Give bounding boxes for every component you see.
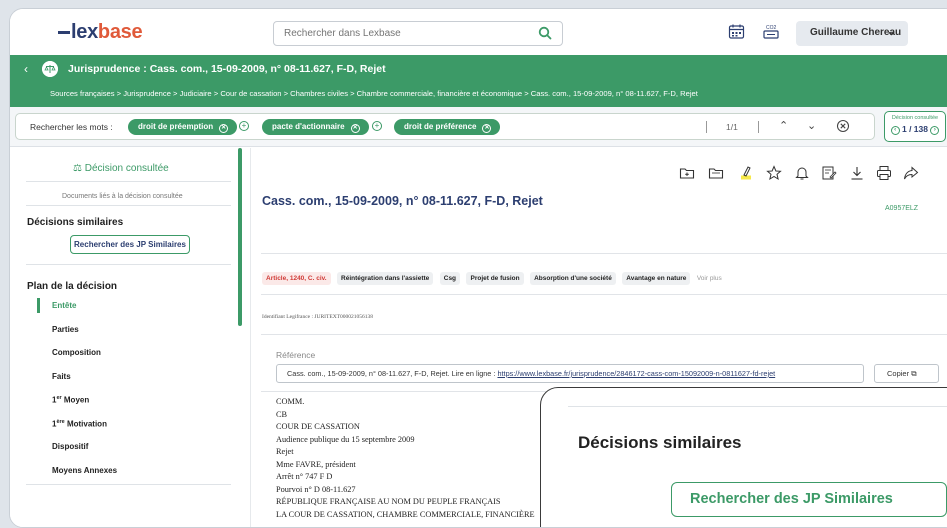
left-sidebar: ⚖ Décision consultée Documents liés à la… xyxy=(10,148,242,527)
search-similar-button[interactable]: Rechercher des JP Similaires xyxy=(70,235,190,254)
chevron-left-icon[interactable]: ‹ xyxy=(890,126,900,135)
divider xyxy=(758,121,759,133)
copy-button[interactable]: Copier ⧉ xyxy=(874,364,939,383)
top-bar: lexbase CO2 Guillaume Chereau ⌄ xyxy=(10,9,947,55)
chevron-up-icon[interactable]: ⌃ xyxy=(779,119,788,132)
chevron-down-icon: ⌄ xyxy=(886,26,896,38)
plan-item-entete[interactable]: Entête xyxy=(52,301,76,310)
close-icon[interactable]: ✕ xyxy=(482,124,492,133)
divider xyxy=(261,294,947,295)
divider xyxy=(261,253,947,254)
decision-counter: 1 / 138 xyxy=(902,124,928,134)
search-box xyxy=(273,21,563,46)
scales-of-justice-icon xyxy=(42,61,58,77)
plan-item-parties[interactable]: Parties xyxy=(52,325,79,334)
user-menu-button[interactable]: Guillaume Chereau ⌄ xyxy=(796,21,908,46)
close-icon[interactable]: ✕ xyxy=(219,124,229,133)
reference-field[interactable]: Cass. com., 15-09-2009, n° 08-11.627, F-… xyxy=(276,364,864,383)
tag-item[interactable]: Absorption d'une société xyxy=(530,272,616,285)
decision-navigator-label: Décision consultée xyxy=(891,115,939,121)
bell-icon[interactable] xyxy=(794,165,810,181)
chevron-down-icon[interactable]: ⌄ xyxy=(807,119,816,132)
search-input[interactable] xyxy=(284,22,524,45)
scrollbar[interactable] xyxy=(238,148,242,326)
divider xyxy=(26,205,231,206)
clear-icon[interactable] xyxy=(836,119,850,133)
co2-icon[interactable]: CO2 xyxy=(762,23,780,40)
plan-item-dispositif[interactable]: Dispositif xyxy=(52,442,88,451)
divider xyxy=(26,264,231,265)
decision-text: COMM. CB COUR DE CASSATION Audience publ… xyxy=(276,397,535,519)
plan-item-faits[interactable]: Faits xyxy=(52,372,71,381)
reference-link[interactable]: https://www.lexbase.fr/jurisprudence/284… xyxy=(497,369,775,378)
voir-plus-link[interactable]: Voir plus xyxy=(697,275,722,282)
add-term-icon[interactable]: + xyxy=(372,121,382,131)
back-arrow-icon[interactable]: ‹ xyxy=(24,62,28,76)
close-icon[interactable]: ✕ xyxy=(350,124,360,133)
scales-icon: ⚖ xyxy=(73,163,82,174)
folder-add-icon[interactable] xyxy=(679,165,695,181)
calendar-icon[interactable] xyxy=(728,23,745,40)
legifrance-id: Identifiant Legifrance : JURITEXT0000210… xyxy=(262,314,374,320)
decision-navigator: Décision consultée ‹ 1 / 138 › xyxy=(884,111,946,142)
page-title: Jurisprudence : Cass. com., 15-09-2009, … xyxy=(68,63,386,75)
term-chip[interactable]: droit de préférence ✕ xyxy=(394,119,501,135)
tag-item[interactable]: Projet de fusion xyxy=(466,272,524,285)
chevron-right-icon[interactable]: › xyxy=(930,126,940,135)
download-icon[interactable] xyxy=(849,165,865,181)
folder-icon[interactable] xyxy=(708,165,724,181)
search-terms-bar: Rechercher les mots : droit de préemptio… xyxy=(10,107,947,147)
plan-item-moyens-annexes[interactable]: Moyens Annexes xyxy=(52,466,117,475)
tag-item[interactable]: Article, 1240, C. civ. xyxy=(262,272,331,285)
add-term-icon[interactable]: + xyxy=(239,121,249,131)
divider xyxy=(706,121,707,133)
breadcrumb[interactable]: Sources françaises > Jurisprudence > Jud… xyxy=(50,89,698,98)
divider xyxy=(26,181,231,182)
document-title: Cass. com., 15-09-2009, n° 08-11.627, F-… xyxy=(262,194,543,208)
app-window: lexbase CO2 Guillaume Chereau ⌄ xyxy=(9,8,947,528)
search-icon[interactable] xyxy=(538,26,552,40)
tag-item[interactable]: Réintégration dans l'assiette xyxy=(337,272,434,285)
tag-item[interactable]: Csg xyxy=(439,272,461,285)
search-terms-label: Rechercher les mots : xyxy=(30,122,113,132)
similar-decisions-popup: Décisions similaires Rechercher des JP S… xyxy=(540,387,947,527)
lexbase-logo[interactable]: lexbase xyxy=(58,21,143,44)
plan-item-motivation[interactable]: 1ère Motivation xyxy=(52,419,107,429)
svg-text:CO2: CO2 xyxy=(766,25,777,31)
term-chip[interactable]: droit de préemption ✕ xyxy=(128,119,238,135)
highlighter-icon[interactable] xyxy=(738,165,754,181)
term-chip[interactable]: pacte d'actionnaire ✕ xyxy=(262,119,369,135)
popup-title: Décisions similaires xyxy=(578,433,742,452)
star-icon[interactable] xyxy=(766,165,782,181)
print-icon[interactable] xyxy=(876,165,892,181)
divider xyxy=(568,406,947,407)
sidebar-decision-consultee[interactable]: ⚖ Décision consultée xyxy=(73,163,169,174)
document-reference-id: A0957ELZ xyxy=(885,205,919,212)
note-edit-icon[interactable] xyxy=(821,165,837,181)
reference-label: Référence xyxy=(276,350,316,360)
divider xyxy=(261,334,947,335)
plan-heading: Plan de la décision xyxy=(27,281,118,292)
sidebar-similar-decisions-heading: Décisions similaires xyxy=(27,217,124,228)
active-indicator xyxy=(37,298,40,313)
tag-list: Article, 1240, C. civ. Réintégration dan… xyxy=(262,267,722,285)
share-icon[interactable] xyxy=(903,165,919,181)
plan-item-moyen[interactable]: 1er Moyen xyxy=(52,395,89,405)
copy-icon: ⧉ xyxy=(911,369,917,378)
match-counter: 1/1 xyxy=(726,122,738,132)
sidebar-linked-docs[interactable]: Documents liés à la décision consultée xyxy=(62,193,183,200)
popup-search-similar-button[interactable]: Rechercher des JP Similaires xyxy=(671,482,947,517)
search-terms-box: Rechercher les mots : droit de préemptio… xyxy=(15,113,875,140)
plan-item-composition[interactable]: Composition xyxy=(52,348,101,357)
tag-item[interactable]: Avantage en nature xyxy=(622,272,691,285)
title-bar: ‹ Jurisprudence : Cass. com., 15-09-2009… xyxy=(10,55,947,107)
divider xyxy=(26,484,231,485)
